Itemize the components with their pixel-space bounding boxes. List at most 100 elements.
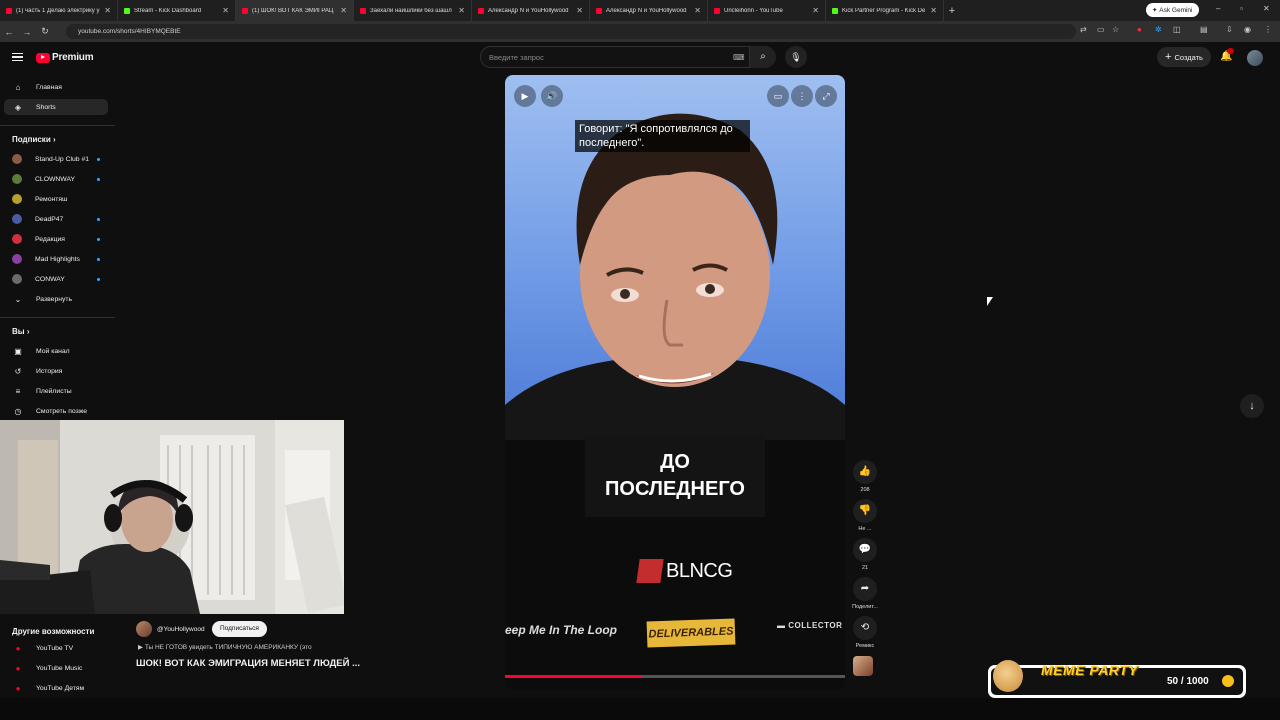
account-avatar[interactable] [1247,50,1263,66]
channel-avatar [12,214,22,224]
sparkle-icon: ✦ [1152,7,1160,14]
next-video-arrow-icon[interactable]: ↓ [1240,394,1264,418]
keyboard-icon[interactable]: ⌨ [733,53,745,62]
extensions-icon[interactable]: ◫ [1173,25,1181,34]
reload-icon[interactable]: ↻ [36,26,54,37]
subscribe-button[interactable]: Подписаться [212,621,267,637]
divider [0,125,115,126]
bookmark-star-icon[interactable]: ☆ [1112,25,1119,34]
close-tab-icon[interactable]: ✕ [222,6,229,15]
sidebar-item[interactable]: ⌄ Развернуть [4,291,108,307]
cast-icon[interactable]: ▭ [1097,25,1105,34]
sidebar-item[interactable]: ↺ История [4,363,108,379]
burned-in-subtitle: ДО ПОСЛЕДНЕГО [585,435,765,517]
channel-avatar [12,154,22,164]
play-icon[interactable]: ▶ [514,85,536,107]
you-heading[interactable]: Вы › [12,327,30,336]
browser-tab[interactable]: Uncleihonn - YouTube ✕ [708,0,826,21]
sidebar-item[interactable]: ⌂ Главная [4,79,108,95]
volume-icon[interactable]: 🔊 [541,85,563,107]
new-tab-button[interactable]: + [944,5,960,17]
progress-fill [505,675,641,678]
more-options-icon[interactable]: ⋮ [791,85,813,107]
close-tab-icon[interactable]: ✕ [340,6,347,15]
new-content-dot [97,217,100,221]
back-icon[interactable]: ← [0,27,18,37]
browser-menu-icon[interactable]: ⋮ [1264,25,1272,34]
browser-tab[interactable]: Kick Partner Program - Kick De ✕ [826,0,944,21]
youtube-logo[interactable]: Premium [36,52,94,63]
browser-tab[interactable]: Stream - Kick Dashboard ✕ [118,0,236,21]
sidebar-item[interactable]: ◈ Shorts [4,99,108,115]
comments-button[interactable]: 💬 21 [850,538,880,571]
channel-avatar [12,174,22,184]
maximize-icon[interactable]: ▫ [1240,4,1243,13]
search-icon[interactable]: ⌕ [750,46,776,68]
microphone-icon[interactable]: 🎙 [785,46,807,68]
subscription-item[interactable]: Ремонтяш [4,191,108,207]
download-icon[interactable]: ⇩ [1226,25,1233,34]
watch-later-icon: ◷ [14,406,22,416]
captions-icon[interactable]: ▭ [767,85,789,107]
subscription-item[interactable]: CONWAY [4,271,108,287]
browser-tab[interactable]: (1) ШОК! ВОТ КАК ЭМИГРАЦ ✕ [236,0,354,21]
subscriptions-heading[interactable]: Подписки › [12,135,56,144]
progress-bar[interactable] [505,675,845,678]
remix-button[interactable]: ⟲ Ремикс [850,616,880,649]
more-heading[interactable]: Другие возможности [12,627,94,636]
shorts-player[interactable]: ▶ 🔊 ▭ ⋮ ⤢ Говорит: "Я сопротивлялся до п… [505,75,845,690]
comment-icon: 💬 [853,538,877,562]
dislike-button[interactable]: 👎 Не ... [850,499,880,532]
close-tab-icon[interactable]: ✕ [104,6,111,15]
subscription-item[interactable]: CLOWNWAY [4,171,108,187]
new-content-dot [97,177,100,181]
extension-red-icon[interactable]: ● [1137,25,1142,34]
close-tab-icon[interactable]: ✕ [458,6,465,15]
share-button[interactable]: ➦ Поделит... [850,577,880,610]
subscription-item[interactable]: DeadP47 [4,211,108,227]
menu-icon[interactable] [12,53,23,61]
sidebar-item[interactable]: ◷ Смотреть позже [4,403,108,419]
divider [0,317,115,318]
sidebar-item[interactable]: ● YouTube Music [4,660,108,676]
browser-tab[interactable]: Александр N и YouHollywood ✕ [472,0,590,21]
channel-name[interactable]: @YouHollywood [157,626,205,633]
subscription-item[interactable]: Mad Highlights [4,251,108,267]
minimize-icon[interactable]: – [1216,4,1220,13]
close-tab-icon[interactable]: ✕ [812,6,819,15]
translate-icon[interactable]: ⇄ [1080,25,1087,34]
sound-avatar[interactable] [853,656,873,676]
tab-favicon-icon [6,7,12,14]
forward-icon[interactable]: → [18,27,36,37]
browser-tab[interactable]: Александр N и YouHollywood ✕ [590,0,708,21]
extension-blue-icon[interactable]: ✲ [1155,25,1162,34]
ask-gemini-button[interactable]: ✦ Ask Gemini [1146,3,1199,17]
channel-avatar[interactable] [136,621,152,637]
close-tab-icon[interactable]: ✕ [576,6,583,15]
create-button[interactable]: + Создать [1157,47,1211,67]
chevron-right-icon: › [50,135,56,144]
url-field[interactable]: youtube.com/shorts/4HIBYMQEBtE [66,24,1076,39]
like-button[interactable]: 👍 208 [850,460,880,493]
youtube-tv-icon: ● [15,643,21,653]
browser-tab[interactable]: Заехали наишлики без шашл ✕ [354,0,472,21]
subscription-item[interactable]: Редакция [4,231,108,247]
search-input[interactable]: Введите запрос [480,46,750,68]
video-description[interactable]: ▶ Ты НЕ ГОТОВ увидеть ТИПИЧНУЮ АМЕРИКАНК… [138,643,312,651]
profile-icon[interactable]: ◉ [1244,25,1251,34]
sidebar-item[interactable]: ● YouTube Детям [4,680,108,696]
sidebar-item[interactable]: ≡ Плейлисты [4,383,108,399]
fullscreen-icon[interactable]: ⤢ [815,85,837,107]
chevron-right-icon: › [24,327,30,336]
close-tab-icon[interactable]: ✕ [694,6,701,15]
tab-favicon-icon [124,7,130,14]
subscription-item[interactable]: Stand-Up Club #1 [4,151,108,167]
sidepanel-icon[interactable]: ▤ [1200,25,1208,34]
sidebar-item[interactable]: ▣ Мой канал [4,343,108,359]
sidebar-item[interactable]: ● YouTube TV [4,640,108,656]
video-title[interactable]: ШОК! ВОТ КАК ЭМИГРАЦИЯ МЕНЯЕТ ЛЮДЕЙ ... [136,658,360,669]
browser-tab[interactable]: (1) часть 1 Делаю электрику у ✕ [0,0,118,21]
youtube-kids-icon: ● [15,683,21,693]
close-window-icon[interactable]: ✕ [1263,4,1270,13]
close-tab-icon[interactable]: ✕ [930,6,937,15]
